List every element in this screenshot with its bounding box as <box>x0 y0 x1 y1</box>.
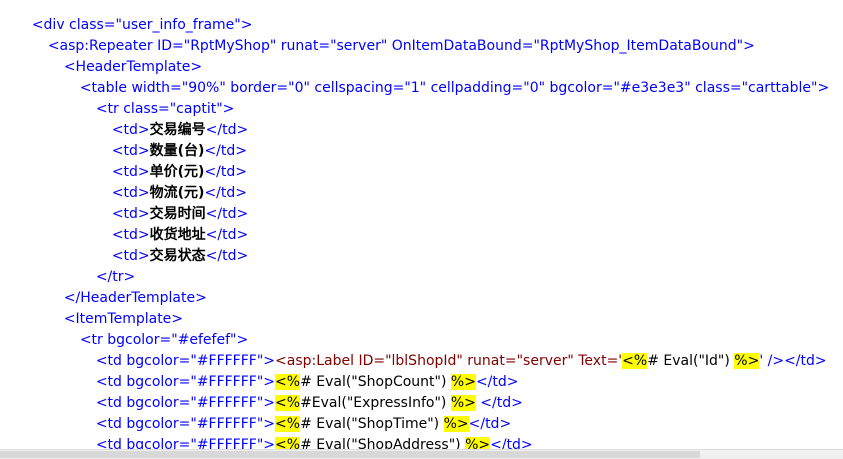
code-token: %> <box>734 353 760 369</box>
code-line: <td bgcolor="#FFFFFF"><%#Eval("ExpressIn… <box>78 372 523 411</box>
code-line: <ItemTemplate> <box>46 288 183 327</box>
code-line: <td bgcolor="#FFFFFF"><%# Eval("ShopTime… <box>78 393 511 432</box>
code-editor[interactable]: <div class="user_info_frame"> <asp:Repea… <box>0 0 843 459</box>
code-line: <tr class="captit"> <box>78 78 235 117</box>
code-line: </tr> <box>78 246 135 285</box>
code-line: <td>交易状态</td> <box>94 225 248 264</box>
code-line: <td>数量(台)</td> <box>94 120 247 159</box>
code-token: <% <box>622 353 648 369</box>
code-token: # Eval("Id") <box>647 353 735 369</box>
code-line: <td>物流(元)</td> <box>94 162 247 201</box>
code-line: <asp:Repeater ID="RptMyShop" runat="serv… <box>30 15 755 54</box>
code-token: ' /> <box>759 353 785 369</box>
code-token: 交易状态 <box>149 248 206 264</box>
code-line: <div class="user_info_frame"> <box>14 0 253 33</box>
code-line: <table width="90%" border="0" cellspacin… <box>62 57 829 96</box>
code-token: </td> <box>205 248 249 264</box>
scrollbar-thumb[interactable] <box>0 451 700 458</box>
code-line: </HeaderTemplate> <box>46 267 207 306</box>
code-line: <HeaderTemplate> <box>46 36 202 75</box>
code-line: <td bgcolor="#FFFFFF"><%# Eval("ShopCoun… <box>78 351 519 390</box>
code-line: <td>收货地址</td> <box>94 204 248 243</box>
code-line: <td>单价(元)</td> <box>94 141 247 180</box>
code-line: <td bgcolor="#FFFFFF"><%# Eval("ShopAddr… <box>78 414 533 453</box>
code-token: </td> <box>784 353 827 369</box>
horizontal-scrollbar[interactable] <box>0 449 843 459</box>
code-line: <td bgcolor="#FFFFFF"><asp:Label ID="lbl… <box>78 330 827 369</box>
code-line: <td>交易时间</td> <box>94 183 248 222</box>
code-line: <tr bgcolor="#efefef"> <box>62 309 248 348</box>
code-line: <td>交易编号</td> <box>94 99 248 138</box>
